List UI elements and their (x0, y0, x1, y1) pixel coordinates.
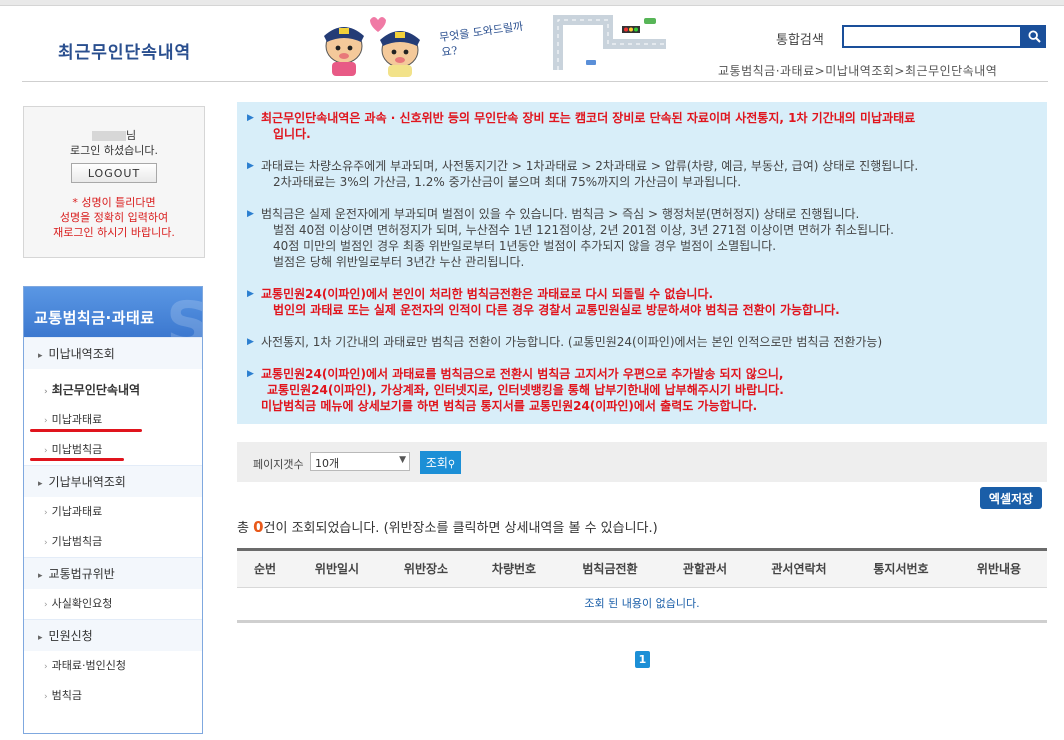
highlight-underline (30, 458, 124, 461)
pagination-page-1[interactable]: 1 (635, 651, 650, 668)
notice-item: ▶ 최근무인단속내역은 과속 · 신호위반 등의 무인단속 장비 또는 캠코더 … (247, 111, 916, 141)
sidebar-title: 교통범칙금·과태료 S (24, 287, 202, 337)
notice-item: ▶ 범칙금은 실제 운전자에게 부과되며 벌점이 있을 수 있습니다. 범칙금 … (247, 207, 894, 269)
column-header: 관할관서 (682, 562, 728, 576)
login-user: 님 (24, 127, 204, 143)
bullet-triangle-icon: ▶ (247, 337, 254, 347)
mascot-banner: 무엇을 도와드릴까요? (312, 10, 682, 78)
column-header: 범칙금전환 (582, 562, 638, 576)
table-empty-message: 조회 된 내용이 없습니다. (237, 589, 1047, 623)
road-illustration-icon (553, 15, 666, 70)
page-size-select[interactable]: 10개 ▼ (310, 452, 410, 471)
chevron-right-icon: ▸ (38, 351, 43, 361)
sidebar: 교통범칙금·과태료 S ▸ 미납내역조회 › 최근무인단속내역 › 미납과태료 › 미납… (23, 286, 203, 734)
column-header: 차량번호 (491, 562, 537, 576)
page-title: 최근무인단속내역 (58, 43, 192, 63)
chevron-right-icon: › (44, 508, 48, 518)
chevron-right-icon: › (44, 538, 48, 548)
chevron-right-icon: › (44, 416, 48, 426)
login-warning: * 성명이 틀리다면 성명을 정확히 입력하여 재로그인 하시기 바랍니다. (53, 196, 175, 239)
sidebar-item-fact-check[interactable]: › 사실확인요청 (24, 589, 202, 619)
chevron-down-icon: ▼ (399, 455, 406, 465)
filter-bar: 페이지갯수 10개 ▼ 조회⚲ (237, 442, 1047, 482)
notice-item: ▶ 사전통지, 1차 기간내의 과태료만 범칙금 전환이 가능합니다. (교통민… (247, 335, 883, 349)
column-header: 관서연락처 (771, 562, 827, 576)
blurred-username (91, 131, 126, 141)
sidebar-section-violation[interactable]: ▸ 교통법규위반 (24, 557, 202, 589)
top-bar (0, 0, 1064, 6)
notice-item: ▶ 교통민원24(이파인)에서 과태료를 범칙금으로 전환시 범칙금 고지서가 … (247, 367, 784, 413)
result-count: 0 (253, 518, 264, 536)
sidebar-item-fine-request[interactable]: › 과태료·범인신청 (24, 651, 202, 681)
query-button[interactable]: 조회⚲ (420, 451, 461, 474)
chevron-right-icon: ▸ (38, 479, 43, 489)
column-header: 통지서번호 (873, 562, 929, 576)
bullet-triangle-icon: ▶ (247, 369, 254, 379)
chevron-right-icon: ▸ (38, 633, 43, 643)
search-button[interactable] (1022, 25, 1046, 48)
chevron-right-icon: › (44, 600, 48, 610)
notice-item: ▶ 과태료는 차량소유주에게 부과되며, 사전통지기간 > 1차과태료 > 2차… (247, 159, 919, 189)
bullet-triangle-icon: ▶ (247, 209, 254, 219)
sidebar-item-recent-unmanned[interactable]: › 최근무인단속내역 (24, 375, 202, 405)
bullet-triangle-icon: ▶ (247, 161, 254, 171)
column-header: 위반일시 (314, 562, 360, 576)
login-panel: 님 로그인 하셨습니다. LOGOUT * 성명이 틀리다면 성명을 정확히 입… (23, 106, 205, 258)
breadcrumb: 교통범칙금·과태료>미납내역조회>최근무인단속내역 (718, 64, 998, 78)
search-icon: ⚲ (447, 459, 456, 470)
sidebar-section-paid[interactable]: ▸ 기납부내역조회 (24, 465, 202, 497)
result-summary: 총 0건이 조회되었습니다. (위반장소를 클릭하면 상세내역을 볼 수 있습니… (237, 518, 658, 536)
table-header: 순번 위반일시 위반장소 차량번호 범칙금전환 관할관서 관서연락처 통지서번호… (237, 551, 1047, 588)
chevron-right-icon: › (44, 446, 48, 456)
sidebar-item-paid-penalty[interactable]: › 기납범칙금 (24, 527, 202, 557)
sidebar-section-unpaid[interactable]: ▸ 미납내역조회 (24, 337, 202, 369)
excel-save-button[interactable]: 엑셀저장 (980, 487, 1042, 509)
header-divider (22, 81, 1048, 82)
sidebar-title-decoration-icon: S (166, 289, 202, 337)
chevron-right-icon: › (44, 692, 48, 702)
notice-item: ▶ 교통민원24(이파인)에서 본인이 처리한 범칙금전환은 과태료로 다시 되… (247, 287, 840, 317)
page-size-label: 페이지갯수 (253, 458, 304, 471)
bullet-triangle-icon: ▶ (247, 289, 254, 299)
column-header: 순번 (253, 562, 277, 576)
column-header: 위반장소 (403, 562, 449, 576)
chevron-right-icon: › (44, 387, 48, 397)
search-label: 통합검색 (776, 33, 824, 48)
bullet-triangle-icon: ▶ (247, 113, 254, 123)
chevron-right-icon: › (44, 662, 48, 672)
column-header: 위반내용 (976, 562, 1022, 576)
notice-panel: ▶ 최근무인단속내역은 과속 · 신호위반 등의 무인단속 장비 또는 캠코더 … (237, 102, 1047, 424)
search-icon (1027, 30, 1041, 43)
sidebar-section-civil[interactable]: ▸ 민원신청 (24, 619, 202, 651)
sidebar-item-paid-fine[interactable]: › 기납과태료 (24, 497, 202, 527)
highlight-underline (30, 429, 142, 432)
sidebar-item-penalty[interactable]: › 범칙금 (24, 681, 202, 711)
search-input[interactable] (842, 25, 1022, 48)
login-status: 로그인 하셨습니다. (70, 144, 158, 157)
logout-button[interactable]: LOGOUT (71, 163, 157, 183)
chevron-right-icon: ▸ (38, 571, 43, 581)
